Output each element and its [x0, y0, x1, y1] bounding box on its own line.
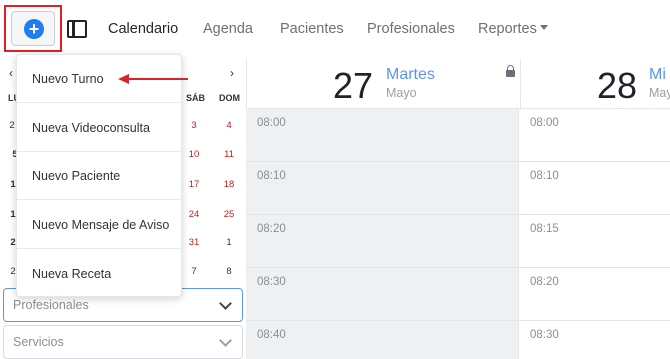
time-slot[interactable]: 08:10: [519, 162, 670, 215]
time-slot[interactable]: 08:00: [246, 109, 518, 162]
calendar-day[interactable]: 25: [219, 209, 239, 220]
day-number: 28: [597, 65, 638, 106]
calendar-day[interactable]: 11: [219, 149, 239, 160]
day-header-wednesday[interactable]: 28 Mi May: [520, 59, 670, 109]
slot-time: 08:30: [257, 276, 286, 288]
servicios-placeholder: Servicios: [13, 335, 64, 349]
time-slot[interactable]: 08:20: [519, 268, 670, 321]
calendar-day[interactable]: 3: [184, 120, 204, 131]
calendar-day[interactable]: 18: [219, 179, 239, 190]
time-slot[interactable]: 08:30: [246, 268, 518, 321]
slot-time: 08:40: [257, 329, 286, 341]
slot-time: 08:20: [530, 276, 559, 288]
app-page: + Calendario Agenda Pacientes Profesiona…: [0, 0, 670, 359]
time-slot[interactable]: 08:15: [519, 215, 670, 268]
time-slot[interactable]: 08:10: [246, 162, 518, 215]
calendar-day[interactable]: 31: [184, 237, 204, 248]
caret-down-icon: [539, 25, 548, 30]
week-calendar: 27 Martes Mayo 28 Mi May 08:00 08:10 08:…: [246, 59, 670, 359]
add-new-button[interactable]: +: [11, 11, 55, 46]
day-number: 27: [333, 65, 374, 106]
prev-month-button[interactable]: ‹: [9, 66, 13, 80]
day-month: Mayo: [386, 86, 417, 100]
top-navbar: + Calendario Agenda Pacientes Profesiona…: [0, 0, 670, 59]
time-slot[interactable]: 08:20: [246, 215, 518, 268]
weekday-header-sun: DOM: [219, 93, 240, 103]
menu-item-nuevo-mensaje-aviso[interactable]: Nuevo Mensaje de Aviso: [17, 201, 181, 249]
servicios-select[interactable]: Servicios: [3, 325, 243, 359]
profesionales-placeholder: Profesionales: [13, 298, 89, 312]
day-column-tuesday: 08:00 08:10 08:20 08:30 08:40: [246, 109, 518, 359]
add-button-highlight: +: [4, 5, 62, 52]
slot-time: 08:30: [530, 329, 559, 341]
time-slot[interactable]: 08:30: [519, 321, 670, 359]
slot-time: 08:20: [257, 223, 286, 235]
time-slot[interactable]: 08:40: [246, 321, 518, 359]
slot-time: 08:00: [257, 117, 286, 129]
slot-time: 08:10: [257, 170, 286, 182]
slot-time: 08:15: [530, 223, 559, 235]
annotation-arrow-icon: [118, 74, 190, 84]
next-month-button[interactable]: ›: [230, 66, 234, 80]
nav-calendario[interactable]: Calendario: [108, 21, 178, 37]
calendar-day[interactable]: 7: [184, 266, 204, 277]
day-month: May: [649, 86, 670, 100]
day-column-wednesday: 08:00 08:10 08:15 08:20 08:30: [518, 109, 670, 359]
calendar-day[interactable]: 4: [219, 120, 239, 131]
nav-reportes[interactable]: Reportes: [478, 21, 548, 37]
menu-item-nuevo-paciente[interactable]: Nuevo Paciente: [17, 152, 181, 200]
weekday-header-sat: SÁB: [186, 93, 206, 103]
new-item-dropdown: Nuevo Turno Nueva Videoconsulta Nuevo Pa…: [16, 54, 182, 297]
nav-profesionales[interactable]: Profesionales: [367, 21, 455, 37]
calendar-day[interactable]: 10: [184, 149, 204, 160]
nav-pacientes[interactable]: Pacientes: [280, 21, 344, 37]
lock-icon: [506, 65, 515, 77]
menu-item-nueva-receta[interactable]: Nueva Receta: [17, 250, 181, 298]
calendar-day[interactable]: 24: [184, 209, 204, 220]
menu-item-nueva-videoconsulta[interactable]: Nueva Videoconsulta: [17, 104, 181, 152]
nav-agenda[interactable]: Agenda: [203, 21, 253, 37]
plus-icon: +: [24, 19, 44, 39]
day-name: Martes: [386, 66, 435, 83]
day-name: Mi: [649, 66, 666, 83]
nav-reportes-label: Reportes: [478, 21, 537, 37]
sidebar-toggle-icon[interactable]: [67, 20, 87, 38]
calendar-day[interactable]: 8: [219, 266, 239, 277]
chevron-down-icon: [219, 334, 232, 347]
chevron-down-icon: [219, 297, 232, 310]
calendar-day[interactable]: 17: [184, 179, 204, 190]
calendar-day[interactable]: 1: [219, 237, 239, 248]
slot-time: 08:10: [530, 170, 559, 182]
arrow-line: [128, 78, 188, 80]
day-header-tuesday[interactable]: 27 Martes Mayo: [246, 59, 520, 109]
time-slot[interactable]: 08:00: [519, 109, 670, 162]
slot-time: 08:00: [530, 117, 559, 129]
